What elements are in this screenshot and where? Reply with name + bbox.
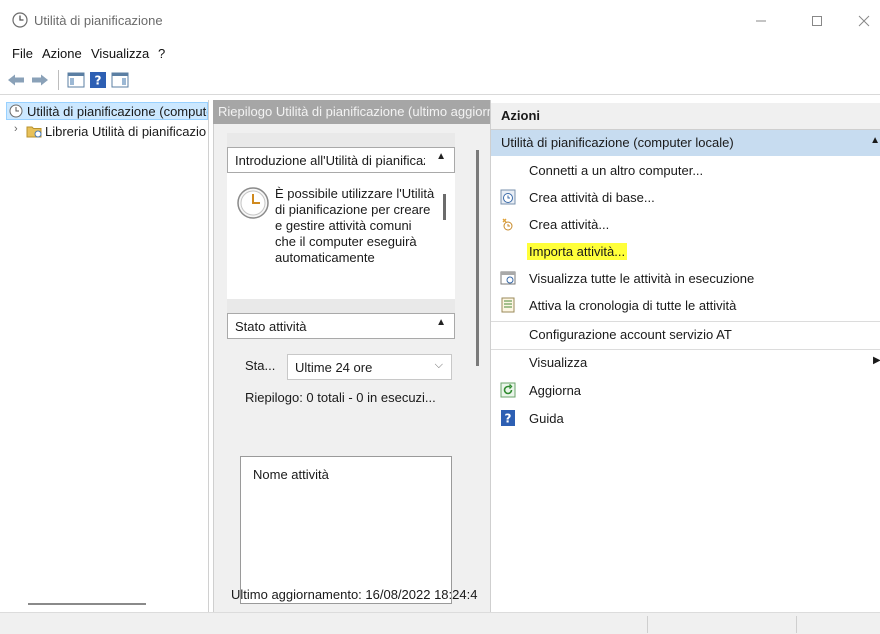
menu-help[interactable]: ? (158, 46, 165, 61)
action-label: Aggiorna (529, 383, 582, 398)
close-icon (858, 15, 870, 27)
back-arrow-icon (8, 74, 24, 86)
forward-arrow-icon (32, 74, 48, 86)
status-period-label: Sta... (245, 358, 276, 373)
back-button[interactable] (6, 70, 26, 90)
svg-text:?: ? (505, 412, 512, 426)
status-bar (0, 612, 880, 634)
table-column-name[interactable]: Nome attività (253, 467, 329, 482)
tree-horizontal-scrollbar[interactable] (28, 603, 146, 605)
action-import-task[interactable]: Importa attività... (491, 239, 880, 265)
action-label: Importa attività... (527, 243, 628, 260)
chevron-down-icon: ⌵ (434, 359, 443, 371)
toolbar-separator (58, 70, 59, 90)
actions-header: Azioni (491, 103, 880, 130)
status-bar-divider (796, 616, 797, 633)
action-refresh[interactable]: Aggiorna (491, 378, 880, 404)
maximize-button[interactable] (797, 6, 837, 36)
clock-icon (236, 186, 270, 220)
action-show-running-tasks[interactable]: Visualizza tutte le attività in esecuzio… (491, 266, 880, 292)
menu-azione[interactable]: Azione (42, 46, 82, 61)
status-period-select[interactable]: Ultime 24 ore ⌵ (287, 354, 452, 380)
action-help[interactable]: ? Guida (491, 406, 880, 432)
minimize-button[interactable] (741, 6, 781, 36)
summary-pane-title: Riepilogo Utilità di pianificazione (ult… (218, 104, 490, 119)
intro-spacer (227, 299, 455, 312)
console-tree-pane (0, 100, 209, 612)
intro-section-title: Introduzione all'Utilità di pianificazio… (235, 153, 425, 168)
action-view[interactable]: Visualizza (491, 350, 880, 376)
action-label: Crea attività di base... (529, 190, 655, 205)
summary-vertical-scrollbar[interactable] (476, 150, 479, 366)
action-label: Visualizza (529, 355, 588, 370)
status-summary: Riepilogo: 0 totali - 0 in esecuzi... (245, 390, 436, 405)
intro-description: È possibile utilizzare l'Utilità di pian… (275, 186, 435, 265)
collapse-up-icon[interactable]: ▲ (436, 317, 446, 328)
create-task-icon (500, 216, 516, 232)
status-section-title: Stato attività (235, 319, 307, 334)
collapse-up-icon[interactable]: ▲ (870, 135, 880, 146)
menu-file[interactable]: File (12, 46, 33, 61)
action-create-basic-task[interactable]: Crea attività di base... (491, 185, 880, 211)
status-bar-divider (647, 616, 648, 633)
action-label: Guida (529, 411, 564, 426)
tree-item-root-label: Utilità di pianificazione (computer loca… (27, 104, 207, 119)
running-tasks-icon (500, 270, 516, 286)
maximize-icon (812, 16, 822, 26)
summary-pane-header: Riepilogo Utilità di pianificazione (ult… (213, 100, 490, 124)
submenu-arrow-icon: ▶ (873, 355, 880, 366)
action-label: Connetti a un altro computer... (529, 163, 704, 178)
status-section-header[interactable]: Stato attività ▲ (227, 313, 455, 339)
last-update-text: Ultimo aggiornamento: 16/08/2022 18:24:4 (231, 587, 478, 602)
menu-visualizza[interactable]: Visualizza (91, 46, 149, 61)
help-icon: ? (90, 72, 106, 88)
toolbar (0, 66, 880, 95)
action-label: Visualizza tutte le attività in esecuzio… (529, 271, 755, 286)
actions-group-header[interactable]: Utilità di pianificazione (computer loca… (491, 130, 880, 156)
history-icon (500, 297, 516, 313)
action-label: Crea attività... (529, 217, 610, 232)
show-hide-action-pane-button[interactable] (110, 70, 130, 90)
action-label: Attiva la cronologia di tutte le attivit… (529, 298, 737, 313)
action-enable-history[interactable]: Attiva la cronologia di tutte le attivit… (491, 293, 880, 319)
help-icon: ? (500, 410, 516, 426)
intro-section-header[interactable]: Introduzione all'Utilità di pianificazio… (227, 147, 455, 173)
show-hide-console-tree-button[interactable] (66, 70, 86, 90)
chevron-right-icon[interactable]: › (14, 123, 18, 135)
window-title: Utilità di pianificazione (34, 13, 163, 28)
action-at-service-account[interactable]: Configurazione account servizio AT (491, 322, 880, 348)
status-period-value: Ultime 24 ore (295, 360, 373, 375)
help-button[interactable]: ? (88, 70, 108, 90)
svg-text:?: ? (95, 74, 102, 88)
action-create-task[interactable]: Crea attività... (491, 212, 880, 238)
intro-scrollbar[interactable] (443, 194, 446, 220)
create-basic-task-icon (500, 189, 516, 205)
actions-header-title: Azioni (501, 108, 540, 123)
action-label: Configurazione account servizio AT (529, 327, 732, 342)
actions-group-title: Utilità di pianificazione (computer loca… (501, 135, 734, 150)
collapse-up-icon[interactable]: ▲ (436, 151, 446, 162)
highlighted-label: Importa attività... (527, 243, 628, 260)
task-status-table[interactable]: Nome attività (240, 456, 452, 604)
folder-clock-icon (26, 124, 42, 138)
show-hide-action-pane-icon (111, 72, 129, 88)
tree-item-library-label[interactable]: Libreria Utilità di pianificazione (45, 124, 207, 139)
forward-button[interactable] (30, 70, 50, 90)
refresh-icon (500, 382, 516, 398)
show-hide-console-tree-icon (67, 72, 85, 88)
clock-icon (12, 12, 28, 28)
action-connect-computer[interactable]: Connetti a un altro computer... (491, 158, 880, 184)
close-button[interactable] (844, 6, 880, 36)
clock-icon (9, 104, 23, 118)
minimize-icon (756, 20, 766, 22)
